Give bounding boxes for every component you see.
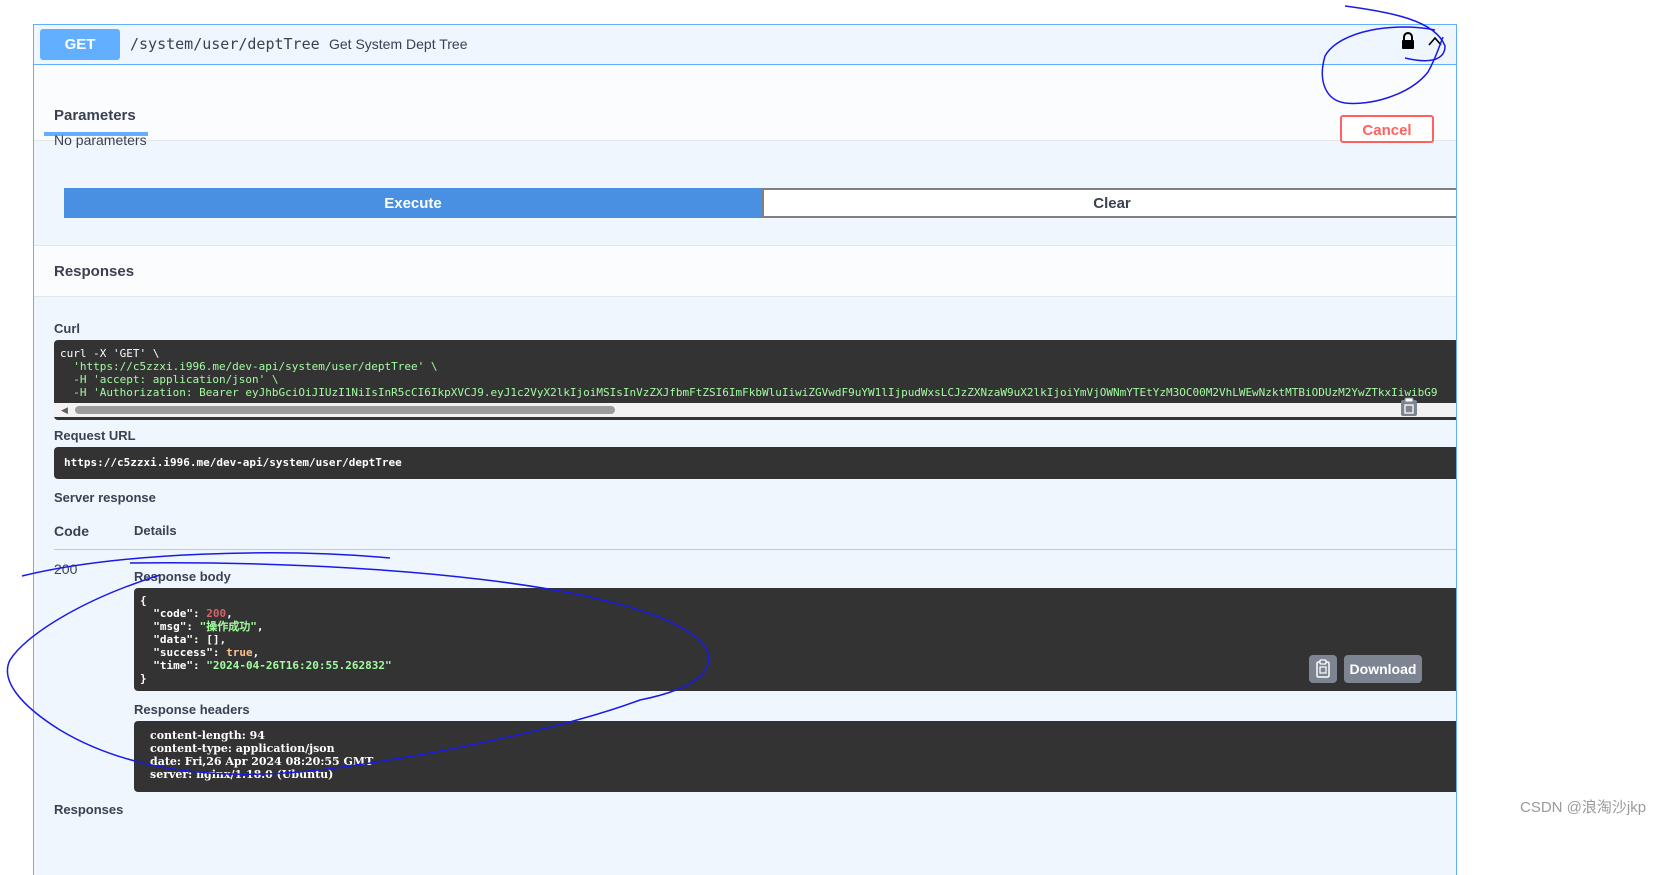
- response-headers-box[interactable]: content-length: 94 content-type: applica…: [134, 721, 1456, 792]
- response-body-box[interactable]: { "code": 200, "msg": "操作成功", "data": []…: [134, 588, 1456, 691]
- clear-button[interactable]: Clear: [762, 188, 1456, 218]
- curl-line: curl -X 'GET' \: [60, 347, 160, 360]
- operation-block: GET /system/user/deptTree Get System Dep…: [33, 24, 1457, 875]
- copy-to-clipboard-icon[interactable]: [1400, 397, 1418, 422]
- operation-summary-text: Get System Dept Tree: [329, 36, 468, 52]
- code-column-header: Code: [54, 523, 89, 539]
- request-url-label: Request URL: [54, 428, 136, 443]
- curl-line: -H 'accept: application/json' \: [60, 373, 279, 386]
- operation-summary[interactable]: GET /system/user/deptTree Get System Dep…: [34, 25, 1456, 65]
- details-column-header: Details: [134, 523, 177, 538]
- scrollbar-thumb[interactable]: [75, 406, 615, 414]
- json-key: "code":: [140, 607, 207, 620]
- chevron-up-icon[interactable]: [1427, 34, 1443, 52]
- cancel-button[interactable]: Cancel: [1340, 115, 1434, 143]
- response-body-label: Response body: [134, 569, 231, 584]
- json-value: "2024-04-26T16:20:55.262832": [206, 659, 392, 672]
- request-url-box[interactable]: https://c5zzxi.i996.me/dev-api/system/us…: [54, 447, 1456, 479]
- response-headers-label: Response headers: [134, 702, 250, 717]
- execute-button[interactable]: Execute: [64, 188, 762, 218]
- http-method-badge: GET: [40, 29, 120, 60]
- responses-title: Responses: [54, 263, 135, 280]
- request-url-value: https://c5zzxi.i996.me/dev-api/system/us…: [64, 456, 402, 469]
- json-line: }: [140, 672, 147, 685]
- json-line: "success": true,: [140, 646, 260, 659]
- scroll-left-arrow-icon[interactable]: ◀: [61, 405, 68, 416]
- json-value: true: [226, 646, 253, 659]
- header-line: content-length: 94: [150, 729, 265, 742]
- parameters-header: Parameters Cancel: [34, 65, 1456, 143]
- json-key: "time":: [140, 659, 207, 672]
- header-line: server: nginx/1.18.0 (Ubuntu): [150, 768, 334, 781]
- json-key: "msg":: [140, 620, 200, 633]
- response-table-header: Code Details: [54, 523, 1456, 550]
- json-line: "data": [],: [140, 633, 227, 646]
- json-line: "code": 200,: [140, 607, 233, 620]
- operation-path: /system/user/deptTree: [130, 35, 320, 53]
- no-parameters-text: No parameters: [54, 132, 147, 148]
- lock-icon[interactable]: [1401, 32, 1415, 55]
- responses-header: Responses: [34, 245, 1456, 297]
- tab-parameters[interactable]: Parameters: [54, 107, 136, 124]
- json-value: "操作成功": [199, 620, 257, 633]
- clipboard-icon: [1316, 659, 1330, 678]
- server-response-label: Server response: [54, 490, 156, 505]
- responses-section-title: Responses: [54, 802, 124, 817]
- download-button[interactable]: Download: [1344, 655, 1422, 683]
- json-line: {: [140, 594, 147, 607]
- json-value: 200: [206, 607, 227, 620]
- watermark: CSDN @浪淘沙jkp: [1520, 799, 1647, 816]
- header-line: date: Fri,26 Apr 2024 08:20:55 GMT: [150, 755, 374, 768]
- json-key: "success":: [140, 646, 227, 659]
- json-line: "msg": "操作成功",: [140, 620, 264, 633]
- curl-line: -H 'Authorization: Bearer eyJhbGciOiJIUz…: [60, 386, 1438, 399]
- json-line: "time": "2024-04-26T16:20:55.262832": [140, 659, 1453, 672]
- curl-line: 'https://c5zzxi.i996.me/dev-api/system/u…: [60, 360, 438, 373]
- header-line: content-type: application/json: [150, 742, 335, 755]
- copy-button[interactable]: [1309, 655, 1337, 683]
- horizontal-scrollbar[interactable]: ◀: [54, 403, 1456, 417]
- status-code: 200: [54, 561, 78, 577]
- execute-wrapper: Execute Clear: [64, 188, 1456, 218]
- curl-label: Curl: [54, 321, 80, 336]
